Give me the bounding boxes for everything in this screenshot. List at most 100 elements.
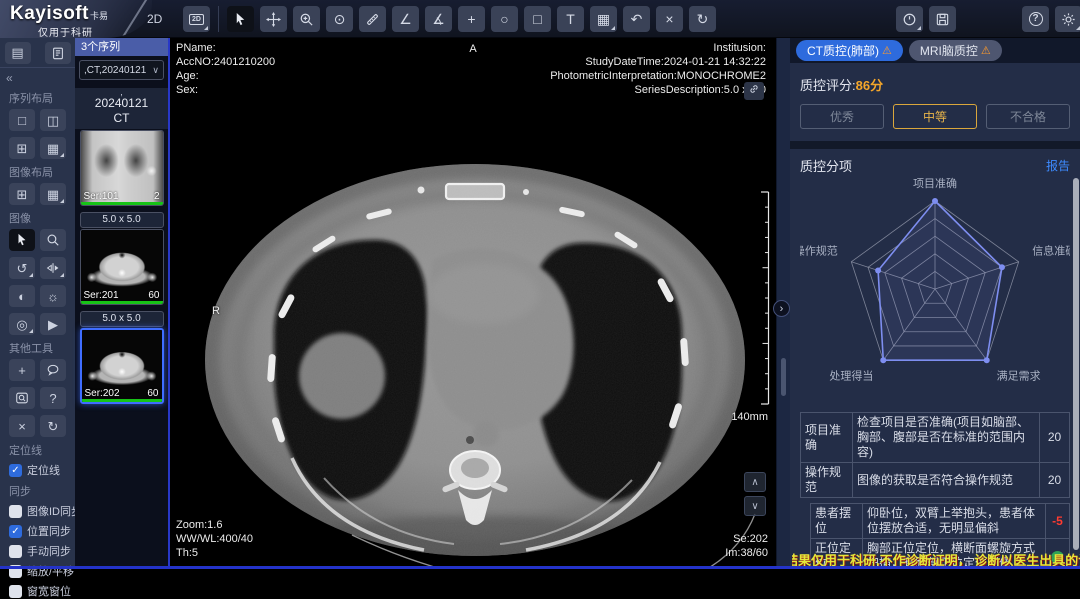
probe-tool-button[interactable]: ⊙ <box>326 6 353 32</box>
sync-section-title: 同步 <box>9 483 66 499</box>
settings-icon <box>1061 12 1076 27</box>
pan-tool-button[interactable] <box>260 6 287 32</box>
image-layout-grid-button[interactable]: ▦ <box>40 183 66 205</box>
tab-label: MRI脑质控 <box>920 42 978 59</box>
table-row: 项目准确检查项目是否准确(项目如脑部、胸部、腹部是否在标准的范围内容)20 <box>801 413 1070 463</box>
reset-tool-button[interactable]: ↻ <box>689 6 716 32</box>
link-series-button[interactable] <box>744 82 764 100</box>
series-description-label: 5.0 x 5.0 <box>80 212 164 228</box>
orientation-marker-left: R <box>212 304 220 318</box>
crosshair-tool-button[interactable]: + <box>458 6 485 32</box>
delete-icon: × <box>665 12 673 26</box>
select-tool-button[interactable] <box>227 6 254 32</box>
overlay-line: WW/WL:400/40 <box>176 532 253 546</box>
study-select-dropdown[interactable]: ,CT,20240121 ∨ <box>79 60 164 80</box>
overlay-line: SeriesDescription:5.0 x 5.0 <box>550 83 766 97</box>
playback-button[interactable] <box>896 6 923 32</box>
patient-info-overlay: PName:AccNO:2401210200Age:Sex: <box>176 41 275 97</box>
previous-image-button[interactable]: ∧ <box>744 472 766 492</box>
grade-fail-button[interactable]: 不合格 <box>986 104 1070 129</box>
comment-tool-button[interactable] <box>40 359 66 381</box>
measure-length-tool-button[interactable] <box>359 6 386 32</box>
expand-panel-button[interactable]: › <box>773 300 790 317</box>
ruler-length-label: 140mm <box>710 410 768 424</box>
undo-tool-button[interactable]: ↶ <box>623 6 650 32</box>
rect-roi-tool-button[interactable]: □ <box>524 6 551 32</box>
image-invert-button[interactable]: ◐ <box>9 285 35 307</box>
wwwl-presets-button[interactable]: ◎ <box>9 313 35 335</box>
reset-icon: ↻ <box>697 12 709 26</box>
tab-ct-lung-qc[interactable]: CT质控(肺部)⚠ <box>796 40 903 61</box>
app-logo: Kayisoft卡易 仅用于科研 <box>0 0 152 38</box>
section-title: 图像布局 <box>9 164 66 180</box>
probe-icon: ⊙ <box>334 12 346 26</box>
reset-image-tool-button[interactable]: ↻ <box>40 415 66 437</box>
chevron-down-icon: ∨ <box>751 501 758 512</box>
qc-radar-chart: 项目准确信息准确满足需求处理得当操作规范 <box>800 177 1070 412</box>
ellipse-roi-tool-button[interactable]: ○ <box>491 6 518 32</box>
image-layout-2x2-button[interactable]: ⊞ <box>9 183 35 205</box>
svg-text:信息准确: 信息准确 <box>1032 244 1070 258</box>
eraser-tool-button[interactable]: ? <box>40 387 66 409</box>
image-rotate-button[interactable]: ↺ <box>9 257 35 279</box>
cine-play-button[interactable]: ▶ <box>40 313 66 335</box>
qc-item-name: 项目准确 <box>801 413 853 463</box>
collapse-sidebar-button[interactable]: « <box>0 68 75 85</box>
checkbox-manual-sync[interactable]: 手动同步 <box>9 543 66 559</box>
next-image-button[interactable]: ∨ <box>744 496 766 516</box>
series-number-label: Ser:101 <box>84 191 119 202</box>
report-panel-button[interactable] <box>45 42 71 64</box>
image-flip-button[interactable] <box>40 257 66 279</box>
checkbox-locator-line[interactable]: ✓定位线 <box>9 462 66 478</box>
series-layout-grid-button[interactable]: ▦ <box>40 137 66 159</box>
series-thumbnail-ser-101[interactable]: Ser:1012 <box>80 130 164 206</box>
qc-item-score: 20 <box>1040 463 1070 498</box>
grade-excellent-button[interactable]: 优秀 <box>800 104 884 129</box>
load-progress-bar <box>82 399 162 402</box>
series-layout-1x1-button[interactable]: □ <box>9 109 35 131</box>
image-magnify-button[interactable] <box>40 229 66 251</box>
crosshair-icon: + <box>467 12 475 26</box>
grade-medium-button[interactable]: 中等 <box>893 104 977 129</box>
overlay-line: Se:202 <box>725 532 768 546</box>
delete-annotation-tool-button[interactable]: × <box>656 6 683 32</box>
qc-subsection-title: 质控分项 <box>800 156 852 175</box>
text-annotation-tool-button[interactable]: T <box>557 6 584 32</box>
series-layout-2x2-button[interactable]: ⊞ <box>9 137 35 159</box>
rect-icon: □ <box>533 12 541 26</box>
delete-all-tool-button[interactable]: × <box>9 415 35 437</box>
qc-score-value: 86分 <box>856 78 883 93</box>
checkbox-position-sync[interactable]: ✓位置同步 <box>9 523 66 539</box>
magnify-region-tool-button[interactable] <box>9 387 35 409</box>
help-button[interactable]: ? <box>1022 6 1049 32</box>
layout-2x2-icon: ⊞ <box>17 142 28 155</box>
image-viewport[interactable]: PName:AccNO:2401210200Age:Sex: A Institu… <box>168 38 776 566</box>
checkbox-image-id-sync[interactable]: 图像ID同步 <box>9 503 66 519</box>
checkbox-window-level-sync[interactable]: 窗宽窗位 <box>9 583 66 599</box>
series-browser-button[interactable]: ▤ <box>5 42 31 64</box>
tab-mri-brain-qc[interactable]: MRI脑质控⚠ <box>909 40 1002 61</box>
chevron-up-icon: ∧ <box>751 477 758 488</box>
window-level-button[interactable]: ☼ <box>40 285 66 307</box>
image-grid-tool-button[interactable]: ▦ <box>590 6 617 32</box>
series-thumbnail-panel: 3个序列 ,CT,20240121 ∨ , 20240121 CT Ser:10… <box>75 38 168 566</box>
zoom-in-tool-button[interactable] <box>293 6 320 32</box>
image-select-button[interactable] <box>9 229 35 251</box>
angle-tool-button[interactable]: ∠ <box>392 6 419 32</box>
settings-button[interactable] <box>1055 6 1080 32</box>
cursor-icon <box>15 233 29 247</box>
cobb-angle-tool-button[interactable]: ∡ <box>425 6 452 32</box>
add-tool-button[interactable]: + <box>9 359 35 381</box>
overlay-line: AccNO:2401210200 <box>176 55 275 69</box>
qc-main-table: 项目准确检查项目是否准确(项目如脑部、胸部、腹部是否在标准的范围内容)20操作规… <box>800 412 1070 498</box>
save-button[interactable] <box>929 6 956 32</box>
series-thumbnail-ser-201[interactable]: Ser:20160 <box>80 229 164 305</box>
panel-scrollbar[interactable] <box>1073 178 1079 550</box>
series-layout-1x2-button[interactable]: ◫ <box>40 109 66 131</box>
qc-item-name: 患者摆位 <box>811 504 863 539</box>
report-link[interactable]: 报告 <box>1046 157 1070 174</box>
warning-icon: ⚠ <box>981 44 991 57</box>
series-thumbnail-ser-202[interactable]: Ser:20260 <box>80 328 164 404</box>
layout-2d-button[interactable]: 2D <box>183 6 210 32</box>
splitter-scrollbar[interactable] <box>781 358 786 396</box>
